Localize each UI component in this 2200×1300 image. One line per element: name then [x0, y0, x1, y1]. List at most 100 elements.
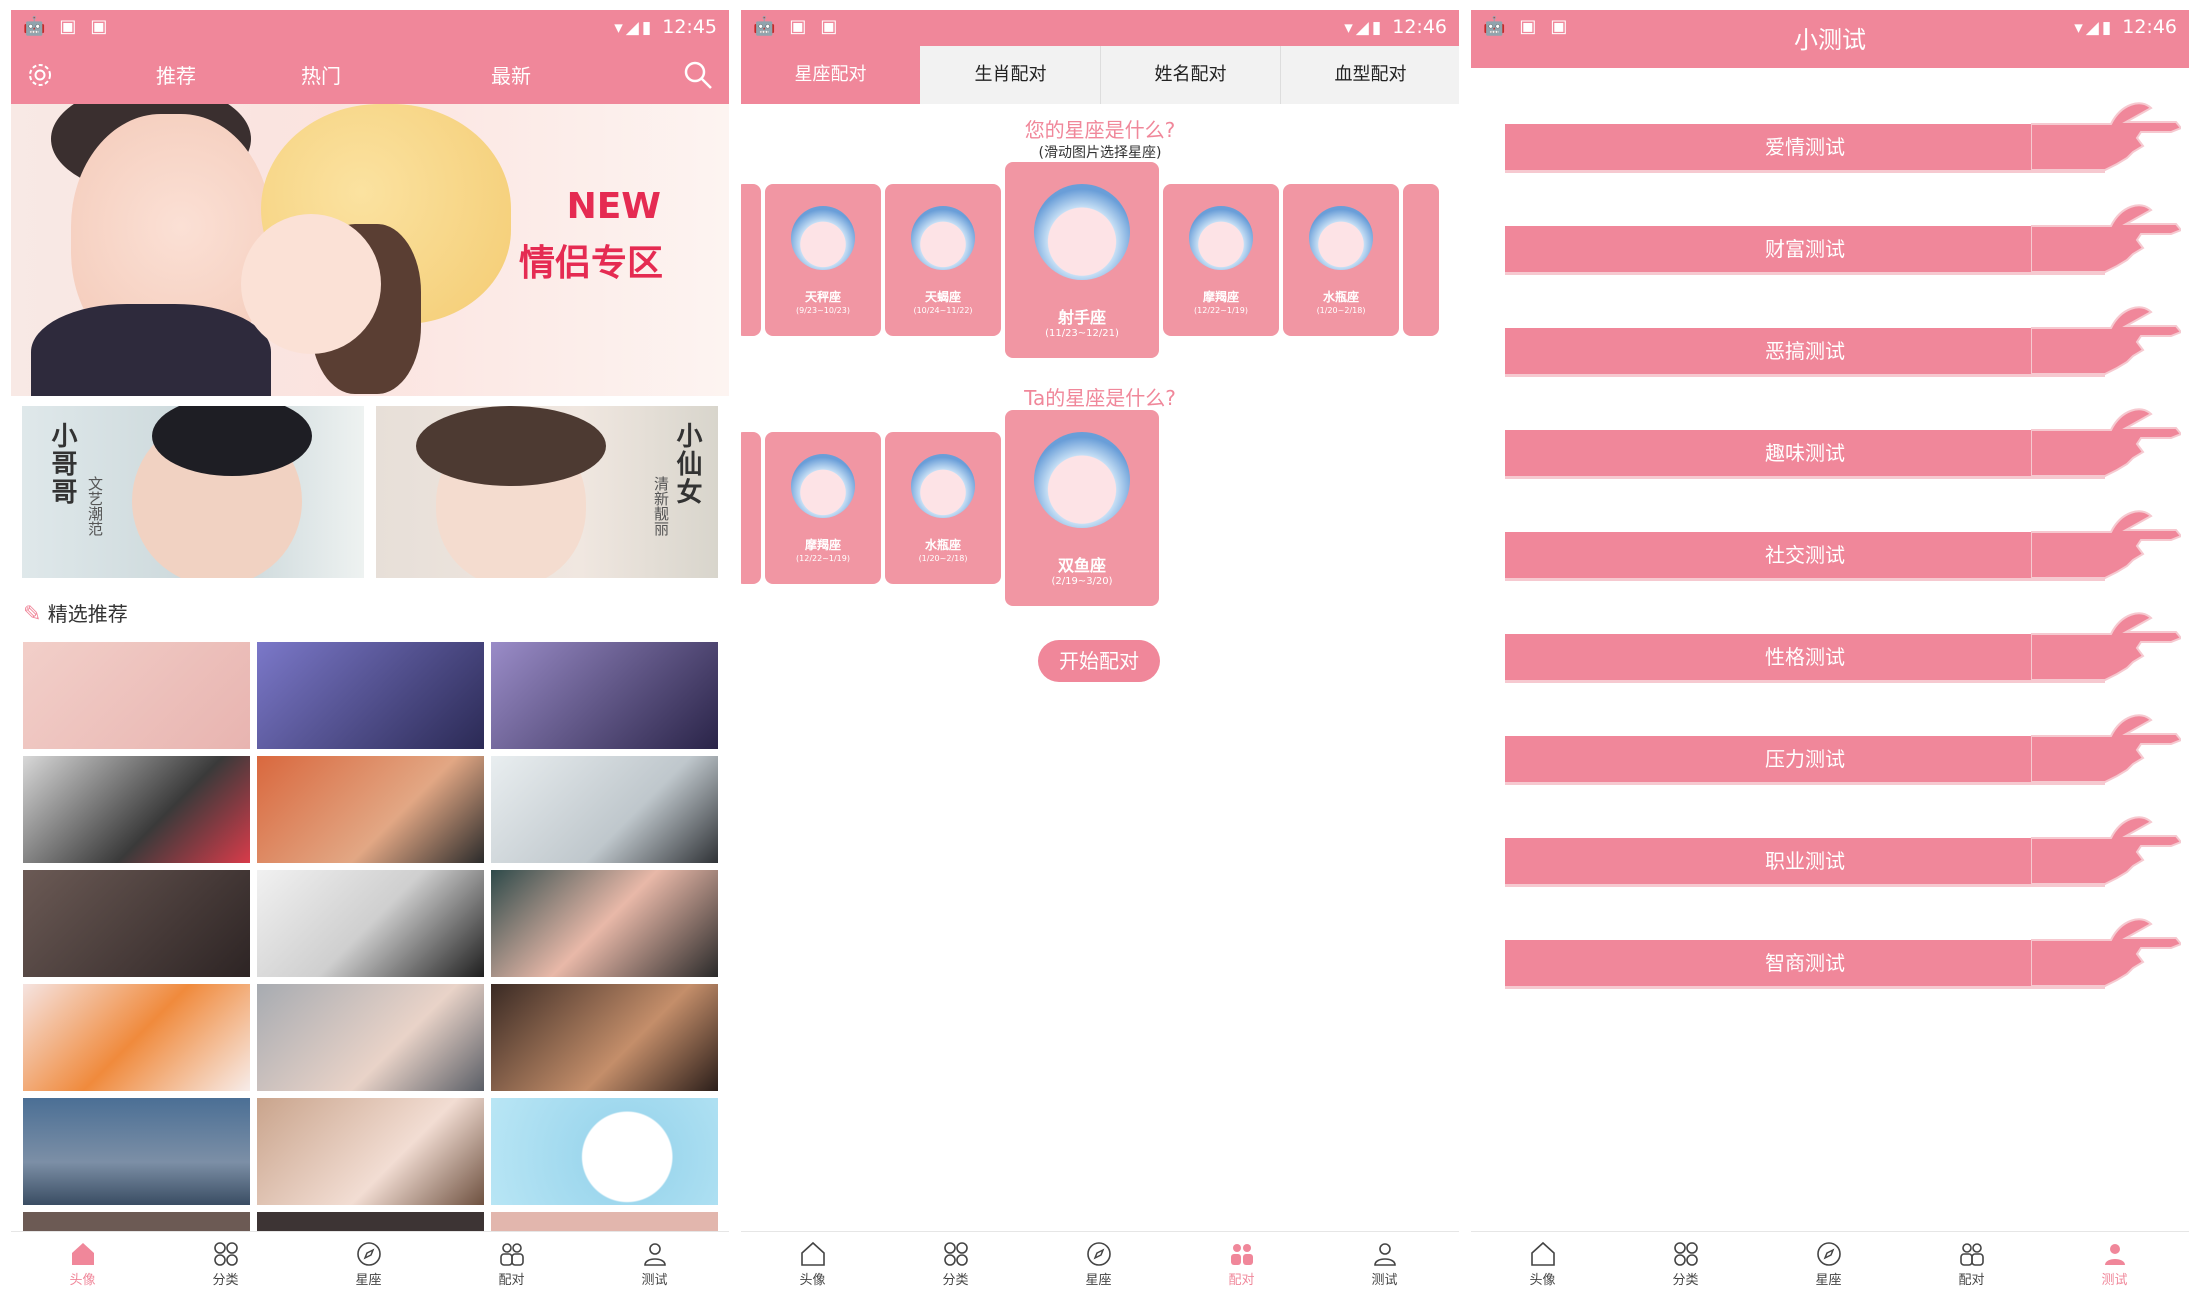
thumbnail[interactable]	[491, 984, 718, 1091]
tab-recommend[interactable]: 推荐	[156, 60, 196, 89]
tabbar-match[interactable]: 配对	[1900, 1232, 2043, 1292]
test-item-iq[interactable]: 智商测试	[1471, 914, 2189, 994]
sign-card[interactable]: 摩羯座 (12/22~1/19)	[1163, 184, 1279, 336]
wifi-signal-battery-icon: ▾◢▮	[1344, 18, 1385, 38]
couple-icon	[1230, 1244, 1253, 1265]
test-item-personality[interactable]: 性格测试	[1471, 608, 2189, 688]
sign-card-selected[interactable]: 射手座 (11/23~12/21)	[1005, 162, 1159, 358]
home-icon	[71, 1243, 94, 1265]
clock: 12:46	[1392, 16, 1447, 38]
test-label: 压力测试	[1765, 747, 1845, 771]
question-my-sign: 您的星座是什么?	[1024, 118, 1176, 142]
tabbar-constellation[interactable]: 星座	[297, 1232, 440, 1292]
sign-card-partial[interactable]	[1403, 184, 1439, 336]
thumbnail[interactable]	[23, 1098, 250, 1205]
test-item-wealth[interactable]: 财富测试	[1471, 200, 2189, 280]
pisces-icon	[1034, 432, 1130, 528]
thumbnail[interactable]	[23, 642, 250, 749]
test-label: 恶搞测试	[1765, 339, 1845, 363]
bottom-tab-bar: 头像 分类 星座 配对 测试	[11, 1231, 729, 1292]
wifi-signal-battery-icon: ▾◢▮	[614, 18, 655, 38]
sagittarius-icon	[1034, 184, 1130, 280]
couple-banner[interactable]: NEW 情侣专区	[11, 104, 729, 396]
tabbar-constellation[interactable]: 星座	[1757, 1232, 1900, 1292]
thumbnail[interactable]	[257, 1098, 484, 1205]
sign-card[interactable]: 天蝎座 (10/24~11/22)	[885, 184, 1001, 336]
match-screen: 🤖▣▣ ▾◢▮ 12:46 星座配对 生肖配对 姓名配对 血型配对 您的星座是什么…	[741, 10, 1459, 1292]
capricorn-icon	[1189, 206, 1253, 270]
thumbnail[interactable]	[23, 870, 250, 977]
tabbar-label: 配对	[1228, 1273, 1255, 1288]
top-nav: 推荐 热门 最新	[11, 46, 729, 104]
sign-card[interactable]: 水瓶座 (1/20~2/18)	[885, 432, 1001, 584]
test-label: 趣味测试	[1765, 441, 1845, 465]
tab-constellation-match[interactable]: 星座配对	[741, 46, 920, 104]
sign-card-selected[interactable]: 双鱼座 (2/19~3/20)	[1005, 410, 1159, 606]
settings-icon[interactable]	[25, 60, 55, 90]
sign-date: (11/23~12/21)	[1045, 328, 1119, 339]
sign-card[interactable]: 摩羯座 (12/22~1/19)	[765, 432, 881, 584]
promo-boys[interactable]: 小哥哥 文艺潮范	[22, 406, 364, 578]
tabbar-category[interactable]: 分类	[1614, 1232, 1757, 1292]
thumbnail[interactable]	[257, 756, 484, 863]
tab-zodiac-match[interactable]: 生肖配对	[921, 46, 1101, 104]
start-match-button[interactable]: 开始配对	[1038, 640, 1160, 682]
tabbar-test[interactable]: 测试	[1313, 1232, 1456, 1292]
sign-name: 天蝎座	[924, 290, 961, 304]
promo-boys-title: 小哥哥	[47, 422, 77, 506]
user-icon	[2104, 1244, 2125, 1265]
tabbar-category[interactable]: 分类	[154, 1232, 297, 1292]
tab-name-match[interactable]: 姓名配对	[1101, 46, 1281, 104]
tabbar-match[interactable]: 配对	[440, 1232, 583, 1292]
thumbnail[interactable]	[491, 870, 718, 977]
test-label: 财富测试	[1765, 237, 1845, 261]
tabbar-avatar[interactable]: 头像	[1471, 1232, 1614, 1292]
sign-date: (1/20~2/18)	[1316, 306, 1366, 315]
thumbnail[interactable]	[257, 984, 484, 1091]
sign-date: (10/24~11/22)	[913, 306, 973, 315]
sign-card-partial[interactable]	[741, 432, 761, 584]
thumbnail[interactable]	[23, 984, 250, 1091]
thumbnail[interactable]	[491, 756, 718, 863]
tabbar-label: 测试	[2101, 1273, 2128, 1288]
tabbar-label: 分类	[1672, 1273, 1699, 1288]
sign-card[interactable]: 天秤座 (9/23~10/23)	[765, 184, 881, 336]
promo-girls[interactable]: 小仙女 清新靓丽	[376, 406, 718, 578]
test-item-love[interactable]: 爱情测试	[1471, 98, 2189, 178]
sign-card[interactable]: 水瓶座 (1/20~2/18)	[1283, 184, 1399, 336]
tabbar-avatar[interactable]: 头像	[741, 1232, 884, 1292]
thumbnail[interactable]	[491, 1098, 718, 1205]
test-label: 爱情测试	[1765, 135, 1845, 159]
libra-icon	[791, 206, 855, 270]
tab-blood-match[interactable]: 血型配对	[1281, 46, 1459, 104]
tabbar-category[interactable]: 分类	[884, 1232, 1027, 1292]
thumbnail[interactable]	[257, 642, 484, 749]
thumbnail[interactable]	[23, 756, 250, 863]
tabbar-label: 测试	[641, 1273, 668, 1288]
sign-card-partial[interactable]	[741, 184, 761, 336]
tabbar-avatar[interactable]: 头像	[11, 1232, 154, 1292]
test-item-prank[interactable]: 恶搞测试	[1471, 302, 2189, 382]
sign-name: 双鱼座	[1057, 556, 1106, 575]
promo-girls-title: 小仙女	[672, 422, 702, 506]
tabbar-constellation[interactable]: 星座	[1027, 1232, 1170, 1292]
aquarius-icon	[1309, 206, 1373, 270]
tabbar-label: 分类	[942, 1273, 969, 1288]
tab-latest[interactable]: 最新	[491, 60, 531, 89]
couple-icon	[1959, 1243, 1984, 1266]
test-item-fun[interactable]: 趣味测试	[1471, 404, 2189, 484]
status-bar: 🤖▣▣ ▾◢▮ 12:45	[11, 10, 729, 46]
tabbar-test[interactable]: 测试	[583, 1232, 726, 1292]
thumbnail[interactable]	[491, 642, 718, 749]
tab-hot[interactable]: 热门	[301, 60, 341, 89]
compass-icon	[1816, 1242, 1841, 1266]
sign-name: 水瓶座	[1322, 290, 1359, 304]
tabbar-match[interactable]: 配对	[1170, 1232, 1313, 1292]
test-item-career[interactable]: 职业测试	[1471, 812, 2189, 892]
tabbar-test[interactable]: 测试	[2043, 1232, 2186, 1292]
test-item-stress[interactable]: 压力测试	[1471, 710, 2189, 790]
search-icon[interactable]	[683, 60, 713, 90]
sign-date: (12/22~1/19)	[1194, 306, 1248, 315]
test-item-social[interactable]: 社交测试	[1471, 506, 2189, 586]
thumbnail[interactable]	[257, 870, 484, 977]
